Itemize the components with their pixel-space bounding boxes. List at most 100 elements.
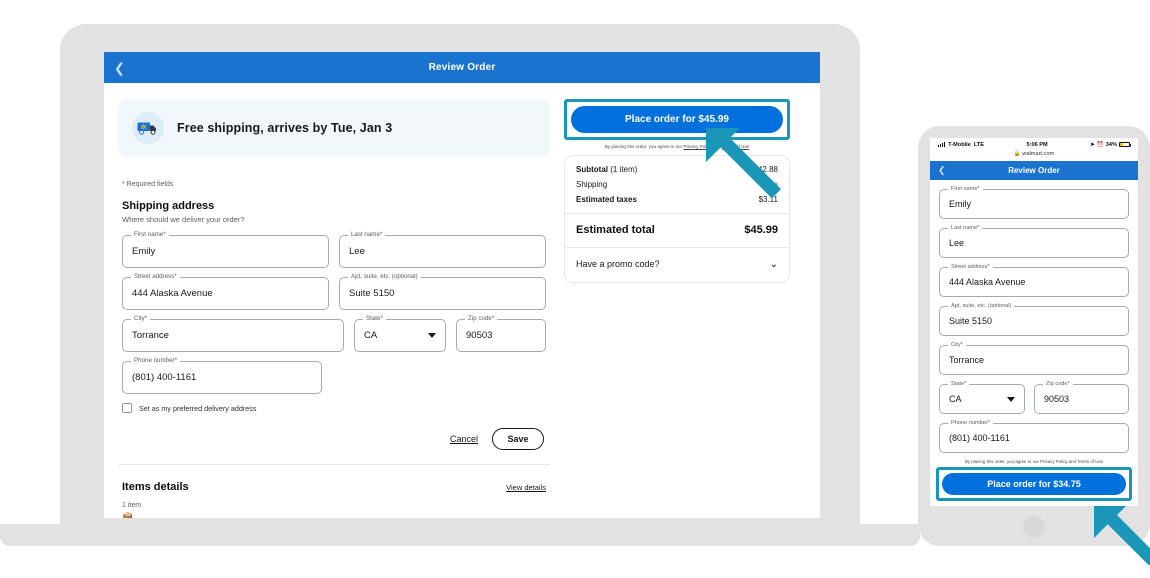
items-details-title: Items details — [122, 481, 189, 493]
phone-street-address-label: Street address* — [948, 263, 993, 270]
status-time: 5:06 PM — [1026, 141, 1048, 148]
phone-url-bar[interactable]: 🔒 walmart.com — [930, 151, 1138, 161]
phone-apt-suite-label: Apt, suite, etc. (optional) — [948, 302, 1015, 309]
shipping-banner: Free shipping, arrives by Tue, Jan 3 — [118, 99, 550, 157]
last-name-field[interactable]: Last name* Lee — [339, 231, 546, 268]
phone-mockup: T-Mobile LTE 5:06 PM ➤ ⏰ 34% 🔒 walmart.c… — [918, 126, 1150, 546]
url-text: walmart.com — [1022, 151, 1055, 157]
promo-code-label: Have a promo code? — [576, 259, 660, 270]
estimated-total-row: Estimated total $45.99 — [565, 214, 789, 247]
item-thumbnail[interactable]: 📦 — [122, 512, 550, 518]
estimated-total-value: $45.99 — [744, 223, 778, 236]
phone-legal-disclaimer: By placing this order, you agree to our … — [964, 459, 1104, 464]
laptop-base — [0, 524, 920, 546]
apt-suite-value: Suite 5150 — [349, 288, 395, 299]
shipping-address-subtitle: Where should we deliver your order? — [122, 215, 245, 224]
shipping-banner-text: Free shipping, arrives by Tue, Jan 3 — [177, 121, 393, 135]
field-row-phone: Phone number* (801) 400-1161 — [118, 357, 550, 394]
phone-last-name-label: Last name* — [948, 224, 983, 231]
home-button[interactable] — [1023, 516, 1045, 538]
preferred-address-label: Set as my preferred delivery address — [139, 403, 257, 413]
items-details-header: Items details View details — [122, 481, 546, 493]
state-label: State* — [363, 315, 386, 322]
field-row-city-state-zip: City* Torrance State* CA Zip code* 90503 — [118, 315, 550, 352]
city-value: Torrance — [132, 330, 169, 341]
phone-place-order-button[interactable]: Place order for $34.75 — [942, 473, 1126, 495]
phone-zip-code-value: 90503 — [1044, 394, 1070, 404]
chevron-down-icon[interactable] — [428, 333, 436, 338]
checkbox-icon[interactable] — [122, 403, 132, 413]
street-address-field[interactable]: Street address* 444 Alaska Avenue — [122, 273, 329, 310]
apt-suite-field[interactable]: Apt, suite, etc. (optional) Suite 5150 — [339, 273, 546, 310]
signal-bars-icon — [938, 142, 946, 147]
phone-state-value: CA — [949, 394, 962, 404]
field-row-names: First name* Emily Last name* Lee — [118, 231, 550, 268]
phone-page-title: Review Order — [1008, 166, 1060, 175]
delivery-truck-icon — [132, 112, 164, 144]
preferred-address-checkbox-row[interactable]: Set as my preferred delivery address — [122, 403, 550, 413]
laptop-mockup: ❮ Review Order Free shipping, arrives by… — [0, 24, 920, 546]
phone-zip-code-label: Zip code* — [1043, 380, 1073, 387]
phone-city-field[interactable]: City* Torrance — [939, 341, 1129, 375]
phone-apt-suite-value: Suite 5150 — [949, 316, 993, 326]
phone-number-value: (801) 400-1161 — [132, 372, 197, 383]
screenshot-stage: ❮ Review Order Free shipping, arrives by… — [0, 0, 1150, 578]
phone-street-address-value: 444 Alaska Avenue — [949, 277, 1026, 287]
state-value: CA — [364, 330, 378, 341]
form-actions: Cancel Save — [118, 428, 544, 450]
estimated-total-label: Estimated total — [576, 223, 655, 236]
phone-phone-number-field[interactable]: Phone number* (801) 400-1161 — [939, 419, 1129, 453]
alarm-icon: ⏰ — [1096, 141, 1104, 148]
city-field[interactable]: City* Torrance — [122, 315, 344, 352]
promo-code-row[interactable]: Have a promo code? ⌄ — [565, 248, 789, 282]
lock-icon: 🔒 — [1013, 151, 1021, 157]
network-type: LTE — [973, 141, 984, 148]
items-count: 1 item — [122, 502, 142, 509]
phone-phone-number-value: (801) 400-1161 — [949, 433, 1010, 443]
first-name-value: Emily — [132, 246, 156, 257]
chevron-left-icon[interactable]: ❮ — [938, 165, 946, 176]
phone-state-zip-row: State* CA Zip code* 90503 — [939, 380, 1129, 423]
phone-form: First name* Emily Last name* Lee Street … — [930, 180, 1138, 453]
page-title: Review Order — [428, 62, 496, 73]
phone-state-select[interactable]: State* CA — [939, 380, 1025, 414]
annotation-arrow-desktop — [706, 128, 782, 199]
phone-first-name-field[interactable]: First name* Emily — [939, 185, 1129, 219]
required-fields-note: * Required fields — [122, 181, 174, 188]
shipping-label: Shipping — [576, 179, 608, 189]
desktop-header: ❮ Review Order — [104, 52, 820, 83]
phone-first-name-value: Emily — [949, 199, 971, 209]
save-button[interactable]: Save — [492, 428, 544, 450]
phone-header: ❮ Review Order — [930, 161, 1138, 180]
zip-code-field[interactable]: Zip code* 90503 — [456, 315, 546, 352]
zip-code-label: Zip code* — [465, 315, 498, 322]
first-name-label: First name* — [131, 231, 169, 238]
phone-screen: T-Mobile LTE 5:06 PM ➤ ⏰ 34% 🔒 walmart.c… — [930, 138, 1138, 506]
subtotal-label-rest: (1 item) — [608, 164, 638, 174]
phone-city-value: Torrance — [949, 355, 985, 365]
phone-number-label: Phone number* — [131, 357, 180, 364]
first-name-field[interactable]: First name* Emily — [122, 231, 329, 268]
estimated-taxes-label-bold: Estimated taxes — [576, 194, 637, 204]
chevron-down-icon[interactable]: ⌄ — [770, 259, 778, 270]
desktop-left-column: Free shipping, arrives by Tue, Jan 3 * R… — [118, 99, 550, 518]
phone-state-label: State* — [948, 380, 970, 387]
phone-phone-number-label: Phone number* — [948, 419, 993, 426]
phone-last-name-field[interactable]: Last name* Lee — [939, 224, 1129, 258]
view-details-link[interactable]: View details — [506, 483, 546, 492]
phone-first-name-label: First name* — [948, 185, 983, 192]
status-right: ➤ ⏰ 34% — [1090, 141, 1131, 148]
subtotal-label: Subtotal (1 item) — [576, 165, 637, 174]
legal-prefix: By placing this order, you agree to our — [604, 144, 684, 149]
phone-city-label: City* — [948, 341, 966, 348]
phone-zip-code-field[interactable]: Zip code* 90503 — [1034, 380, 1129, 414]
chevron-down-icon[interactable] — [1007, 396, 1015, 402]
location-arrow-icon: ➤ — [1090, 141, 1095, 148]
phone-street-address-field[interactable]: Street address* 444 Alaska Avenue — [939, 263, 1129, 297]
state-select[interactable]: State* CA — [354, 315, 446, 352]
cancel-button[interactable]: Cancel — [450, 434, 478, 444]
phone-number-field[interactable]: Phone number* (801) 400-1161 — [122, 357, 322, 394]
zip-code-value: 90503 — [466, 330, 493, 341]
phone-apt-suite-field[interactable]: Apt, suite, etc. (optional) Suite 5150 — [939, 302, 1129, 336]
chevron-left-icon[interactable]: ❮ — [114, 61, 125, 74]
